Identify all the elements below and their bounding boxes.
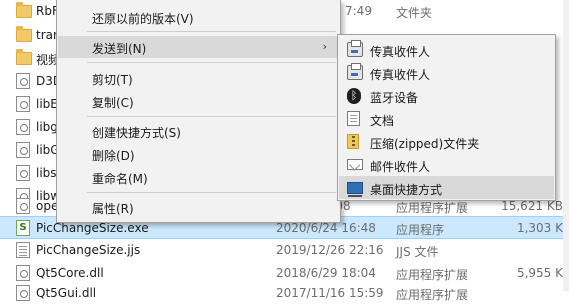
menu-item-label: 创建快捷方式(S): [92, 126, 181, 140]
file-size: 1,303 K: [516, 221, 563, 235]
menu-separator: [87, 116, 336, 117]
menu-item-send-to[interactable]: 发送到(N) ›: [58, 36, 339, 58]
file-date: 2019/12/26 22:16: [276, 243, 384, 257]
file-type: 应用程序扩展: [396, 201, 469, 215]
file-name: PicChangeSize.jjs: [36, 243, 141, 257]
file-icon: [16, 285, 30, 301]
menu-item-label: 复制(C): [92, 96, 134, 110]
file-name: Qt5Core.dll: [36, 266, 104, 280]
folder-icon: [16, 2, 32, 18]
submenu-item-desktop-shortcut[interactable]: 桌面快捷方式: [339, 176, 554, 199]
submenu-item-label: 桌面快捷方式: [370, 183, 443, 197]
file-icon: [16, 119, 30, 135]
menu-item-delete[interactable]: 删除(D): [58, 143, 339, 165]
menu-item-label: 重命名(M): [92, 172, 148, 186]
file-icon: [16, 165, 30, 181]
file-type: 应用程序: [396, 223, 445, 237]
menu-item-restore-previous-versions[interactable]: 还原以前的版本(V): [58, 6, 339, 28]
file-icon: [16, 265, 30, 281]
context-menu: 还原以前的版本(V) 发送到(N) › 剪切(T) 复制(C) 创建快捷方式(S…: [56, 0, 341, 223]
submenu-item-documents[interactable]: 文档: [339, 107, 554, 130]
folder-icon: [16, 49, 32, 65]
mail-icon: [347, 159, 363, 170]
menu-separator: [87, 62, 336, 63]
file-name: ope: [36, 199, 59, 213]
menu-item-label: 剪切(T): [92, 73, 133, 87]
submenu-item-label: 文档: [370, 114, 395, 128]
folder-icon: [16, 26, 32, 42]
file-icon: [16, 198, 30, 214]
submenu-item-label: 邮件收件人: [370, 160, 431, 174]
menu-item-label: 发送到(N): [92, 42, 147, 56]
submenu-item-label: 传真收件人: [370, 68, 431, 82]
fax-icon: [347, 40, 363, 57]
menu-item-rename[interactable]: 重命名(M): [58, 166, 339, 188]
submenu-item-label: 传真收件人: [370, 45, 431, 59]
submenu-item-label: 压缩(zipped)文件夹: [370, 137, 480, 151]
menu-item-create-shortcut[interactable]: 创建快捷方式(S): [58, 120, 339, 142]
desktop-icon: [347, 182, 363, 197]
file-date: 2018/6/29 18:04: [276, 266, 376, 280]
submenu-item-fax-recipient[interactable]: 传真收件人: [339, 38, 554, 61]
jjs-file-icon: [16, 242, 30, 258]
fax-icon: [347, 63, 363, 80]
file-type: JJS 文件: [396, 245, 439, 259]
send-to-submenu: 传真收件人 传真收件人 ᛒ 蓝牙设备 文档 压缩(zipped)文件夹 邮件收件…: [337, 34, 556, 201]
menu-item-properties[interactable]: 属性(R): [58, 196, 339, 218]
file-size: 15,621 KB: [501, 199, 563, 213]
menu-item-label: 还原以前的版本(V): [92, 12, 194, 26]
menu-item-label: 删除(D): [92, 149, 135, 163]
chevron-right-icon: ›: [322, 40, 327, 53]
file-icon: [16, 73, 30, 89]
file-date: 2017/11/16 15:59: [276, 286, 384, 300]
file-date: 7:49: [345, 4, 372, 18]
menu-item-copy[interactable]: 复制(C): [58, 90, 339, 112]
menu-separator: [87, 31, 336, 32]
submenu-item-label: 蓝牙设备: [370, 91, 419, 105]
file-icon: [16, 142, 30, 158]
file-type: 应用程序扩展: [396, 268, 469, 282]
submenu-item-mail-recipient[interactable]: 邮件收件人: [339, 153, 554, 176]
file-name: PicChangeSize.exe: [36, 221, 149, 235]
file-type: 文件夹: [396, 6, 433, 20]
document-icon: [347, 111, 360, 126]
bluetooth-icon: ᛒ: [347, 88, 361, 104]
file-row[interactable]: PicChangeSize.jjs 2019/12/26 22:16 JJS 文…: [0, 239, 569, 262]
menu-item-label: 属性(R): [92, 202, 134, 216]
menu-item-cut[interactable]: 剪切(T): [58, 67, 339, 89]
exe-icon: S: [16, 220, 30, 236]
file-size: 5,955 K: [516, 266, 563, 280]
file-icon: [16, 96, 30, 112]
vertical-scrollbar[interactable]: [563, 0, 569, 291]
submenu-item-fax-recipient-2[interactable]: 传真收件人: [339, 61, 554, 84]
menu-separator: [87, 192, 336, 193]
file-name: libs: [36, 166, 57, 180]
file-row[interactable]: Qt5Gui.dll 2017/11/16 15:59 应用程序扩展: [0, 282, 569, 305]
submenu-item-zip-folder[interactable]: 压缩(zipped)文件夹: [339, 130, 554, 153]
file-type: 应用程序扩展: [396, 288, 469, 302]
file-name: libE: [36, 97, 58, 111]
submenu-item-bluetooth[interactable]: ᛒ 蓝牙设备: [339, 84, 554, 107]
zip-folder-icon: [347, 134, 359, 149]
file-date: 2020/6/24 16:48: [276, 221, 376, 235]
file-name: libg: [36, 120, 58, 134]
file-name: Qt5Gui.dll: [36, 286, 97, 300]
